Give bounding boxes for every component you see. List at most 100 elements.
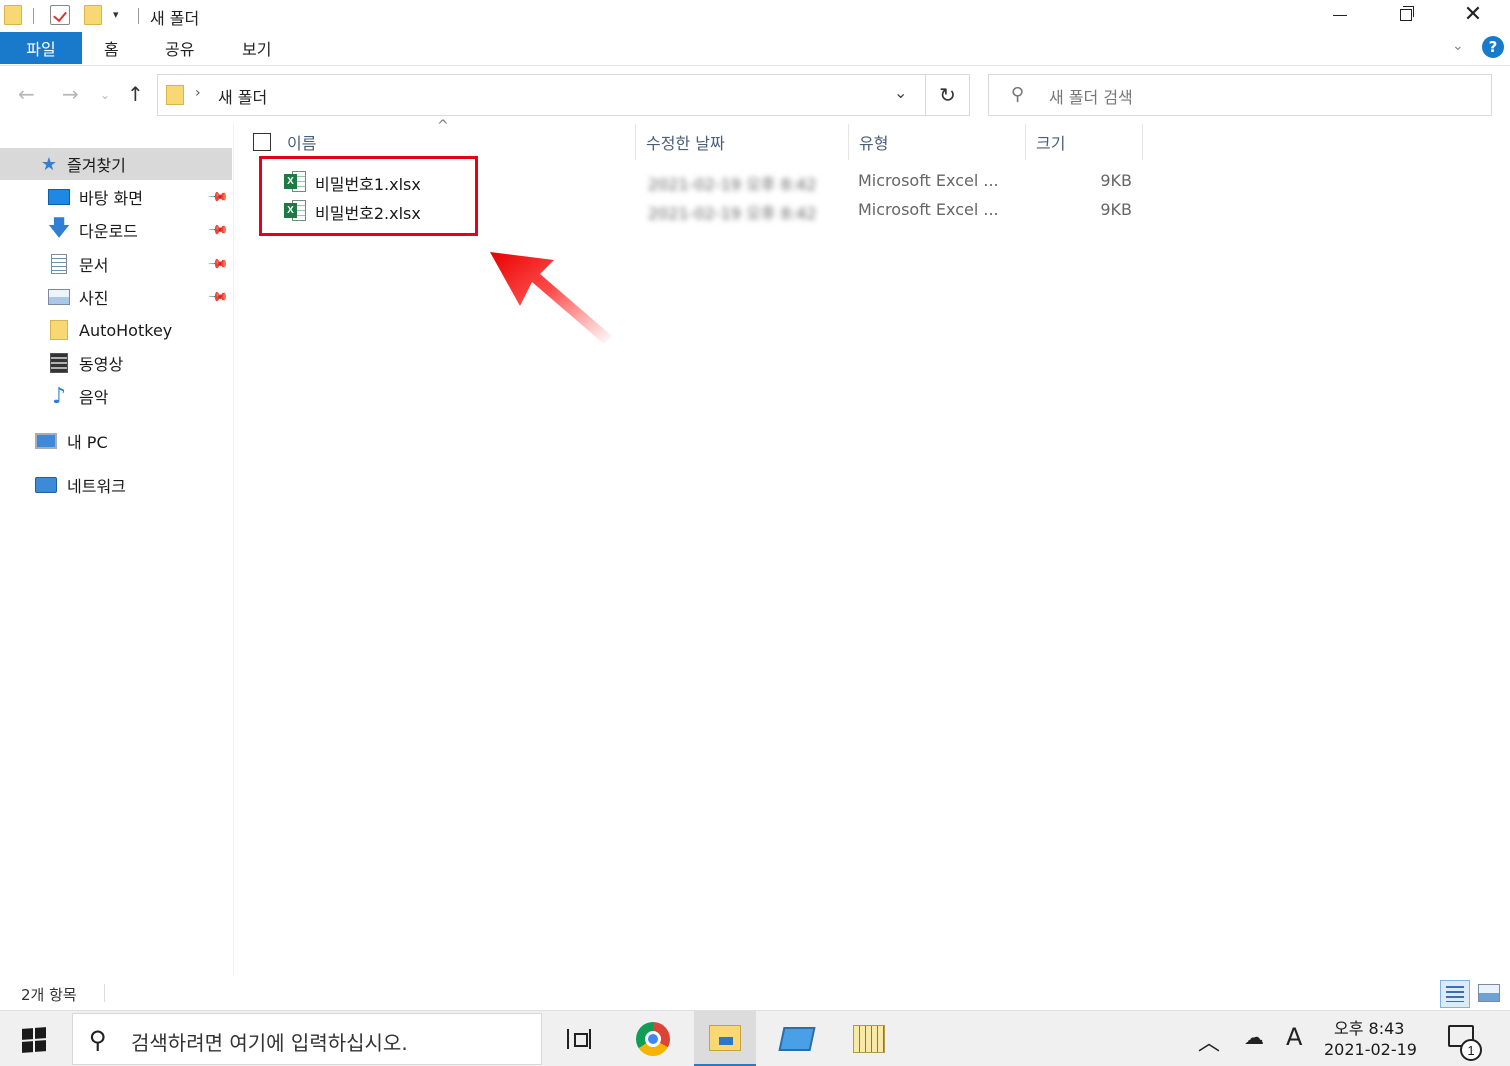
refresh-button[interactable]: ↻ [926,74,970,116]
recent-locations-chevron-icon[interactable]: ⌄ [100,88,110,102]
taskbar: ⚲ 검색하려면 여기에 입력하십시오. ︿ ☁ A 오후 8:43 2021-0… [0,1010,1510,1066]
nav-item-quick-access[interactable]: ★ 즐겨찾기 [0,148,232,180]
search-icon: ⚲ [1011,84,1025,105]
ribbon-tabs: 파일 홈 공유 보기 ⌄ ? [0,32,1510,66]
desktop-icon [48,186,70,208]
column-divider[interactable] [1025,124,1026,160]
restore-icon [1400,6,1414,21]
nav-item-label: 내 PC [67,433,108,452]
remote-desktop-icon [778,1027,816,1051]
tab-home[interactable]: 홈 [104,32,119,64]
nav-item-label: 동영상 [79,355,124,374]
annotation-highlight-box [259,156,478,236]
breadcrumb-separator-icon[interactable]: › [195,85,201,101]
nav-item-label: 다운로드 [79,222,138,241]
restore-button[interactable] [1374,0,1438,30]
file-type: Microsoft Excel ... [858,171,999,190]
nav-item-autohotkey[interactable]: AutoHotkey [0,314,232,346]
large-icons-view-button[interactable] [1478,984,1500,1002]
help-icon[interactable]: ? [1482,36,1504,58]
taskbar-remote-desktop[interactable] [766,1011,828,1066]
properties-icon[interactable] [50,5,70,25]
folder-icon [48,319,70,341]
window-title: 새 폴더 [150,9,200,28]
select-all-checkbox[interactable] [253,133,271,151]
nav-item-network[interactable]: 네트워크 [0,469,232,501]
nav-item-downloads[interactable]: 🡇 다운로드 📌 [0,214,232,246]
onedrive-offline-icon[interactable]: ☁ [1244,1025,1264,1049]
nav-item-videos[interactable]: 동영상 [0,347,232,379]
star-icon: ★ [40,153,58,175]
notepad-icon [853,1025,885,1053]
windows-start-icon[interactable] [22,1027,46,1053]
nav-item-pictures[interactable]: 사진 📌 [0,281,232,313]
pictures-icon [48,286,70,308]
tab-view[interactable]: 보기 [242,32,271,64]
up-arrow-icon[interactable]: ↑ [127,82,144,106]
minimize-button[interactable] [1308,0,1372,30]
quick-access-separator [33,8,34,24]
column-divider[interactable] [635,124,636,160]
clock-date[interactable]: 2021-02-19 [1324,1040,1417,1059]
nav-item-desktop[interactable]: 바탕 화면 📌 [0,181,232,213]
column-header-size[interactable]: 크기 [1036,124,1065,160]
pin-icon[interactable]: 📌 [207,186,229,208]
network-icon [35,474,57,496]
expand-ribbon-chevron-icon[interactable]: ⌄ [1452,38,1464,54]
close-icon: ✕ [1463,2,1483,27]
breadcrumb-current-folder[interactable]: 새 폴더 [218,84,267,108]
nav-item-this-pc[interactable]: 내 PC [0,425,232,457]
title-bar: ▾ 새 폴더 ✕ [0,0,1510,32]
nav-item-label: 즐겨찾기 [67,156,126,175]
back-arrow-icon[interactable]: ← [18,82,35,106]
nav-item-label: 음악 [79,388,109,407]
forward-arrow-icon[interactable]: → [62,82,79,106]
column-header-type[interactable]: 유형 [859,124,888,160]
clock-time[interactable]: 오후 8:43 [1334,1015,1404,1039]
nav-item-documents[interactable]: 문서 📌 [0,248,232,280]
refresh-icon: ↻ [939,83,956,107]
file-type: Microsoft Excel ... [858,200,999,219]
file-modified-date: 2021-02-19 오후 8:42 [648,175,817,194]
search-icon: ⚲ [89,1026,107,1054]
video-icon [48,352,70,374]
address-dropdown-chevron-icon[interactable]: ⌄ [894,83,907,102]
search-placeholder: 새 폴더 검색 [1049,88,1133,107]
pin-icon[interactable]: 📌 [207,286,229,308]
search-input[interactable]: ⚲ 새 폴더 검색 [988,74,1492,116]
tab-share[interactable]: 공유 [165,32,194,64]
minimize-icon [1333,14,1347,16]
status-separator [104,984,105,1002]
task-view-button[interactable] [548,1011,610,1066]
folder-icon [166,85,184,105]
column-header-modified[interactable]: 수정한 날짜 [646,124,725,160]
taskbar-search-input[interactable]: ⚲ 검색하려면 여기에 입력하십시오. [72,1013,542,1065]
pin-icon[interactable]: 📌 [207,253,229,275]
new-folder-icon[interactable] [84,5,102,25]
document-icon [48,253,70,275]
nav-item-music[interactable]: ♪ 음악 [0,380,232,412]
column-header-name[interactable]: 이름 [287,124,316,160]
show-hidden-icons-chevron-icon[interactable]: ︿ [1198,1025,1220,1057]
quick-access-dropdown-icon[interactable]: ▾ [113,8,119,21]
address-bar[interactable]: › 새 폴더 ⌄ [157,74,926,116]
nav-item-label: 문서 [79,256,109,275]
download-icon: 🡇 [47,216,71,241]
chrome-icon [636,1022,670,1056]
pc-icon [35,430,57,452]
tab-file[interactable]: 파일 [0,32,82,64]
details-view-button[interactable] [1440,980,1470,1008]
close-button[interactable]: ✕ [1441,0,1505,30]
taskbar-file-explorer[interactable] [694,1011,756,1066]
column-divider[interactable] [848,124,849,160]
ime-indicator[interactable]: A [1286,1023,1302,1051]
column-divider[interactable] [1142,124,1143,160]
sort-ascending-chevron-icon: ^ [437,118,449,134]
annotation-arrow-icon [490,252,612,344]
taskbar-chrome[interactable] [622,1011,684,1066]
taskbar-search-placeholder: 검색하려면 여기에 입력하십시오. [131,1031,408,1055]
taskbar-notepad[interactable] [838,1011,900,1066]
file-modified-date: 2021-02-19 오후 8:42 [648,204,817,223]
pin-icon[interactable]: 📌 [207,219,229,241]
title-separator [138,8,139,24]
